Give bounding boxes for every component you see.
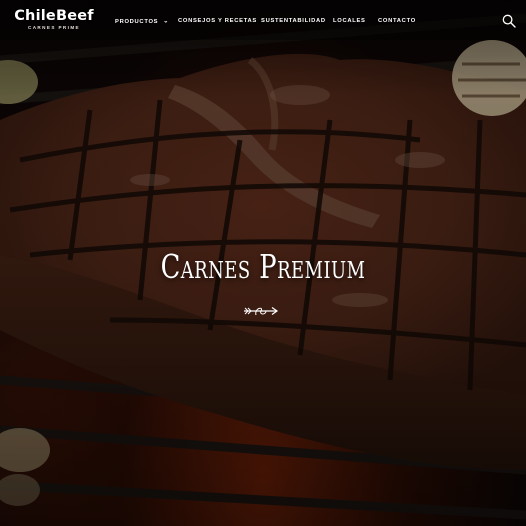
hero-title: Carnes Premium bbox=[160, 247, 366, 286]
nav-item-consejos-y-recetas[interactable]: CONSEJOS Y RECETAS bbox=[178, 18, 257, 24]
nav-item-label: CONSEJOS Y RECETAS bbox=[178, 18, 257, 24]
logo[interactable]: ChileBeef CARNES PRIME bbox=[14, 8, 94, 30]
nav-item-label: PRODUCTOS bbox=[115, 19, 159, 25]
nav-item-sustentabilidad[interactable]: SUSTENTABILIDAD bbox=[261, 18, 326, 24]
nav-item-label: CONTACTO bbox=[378, 18, 416, 24]
search-icon[interactable] bbox=[502, 14, 516, 28]
site-header: ChileBeef CARNES PRIME PRODUCTOS ⌄ CONSEJ… bbox=[0, 0, 526, 44]
hero-section: ChileBeef CARNES PRIME PRODUCTOS ⌄ CONSEJ… bbox=[0, 0, 526, 526]
logo-name: ChileBeef bbox=[14, 8, 94, 24]
logo-tagline: CARNES PRIME bbox=[27, 25, 81, 30]
nav-item-locales[interactable]: LOCALES bbox=[333, 18, 366, 24]
chevron-down-icon: ⌄ bbox=[163, 18, 169, 25]
arrow-flourish-icon bbox=[244, 307, 279, 316]
nav-item-label: LOCALES bbox=[333, 18, 366, 24]
nav-item-label: SUSTENTABILIDAD bbox=[261, 18, 326, 24]
nav-item-productos[interactable]: PRODUCTOS ⌄ bbox=[115, 18, 169, 26]
nav-item-contacto[interactable]: CONTACTO bbox=[378, 18, 416, 24]
